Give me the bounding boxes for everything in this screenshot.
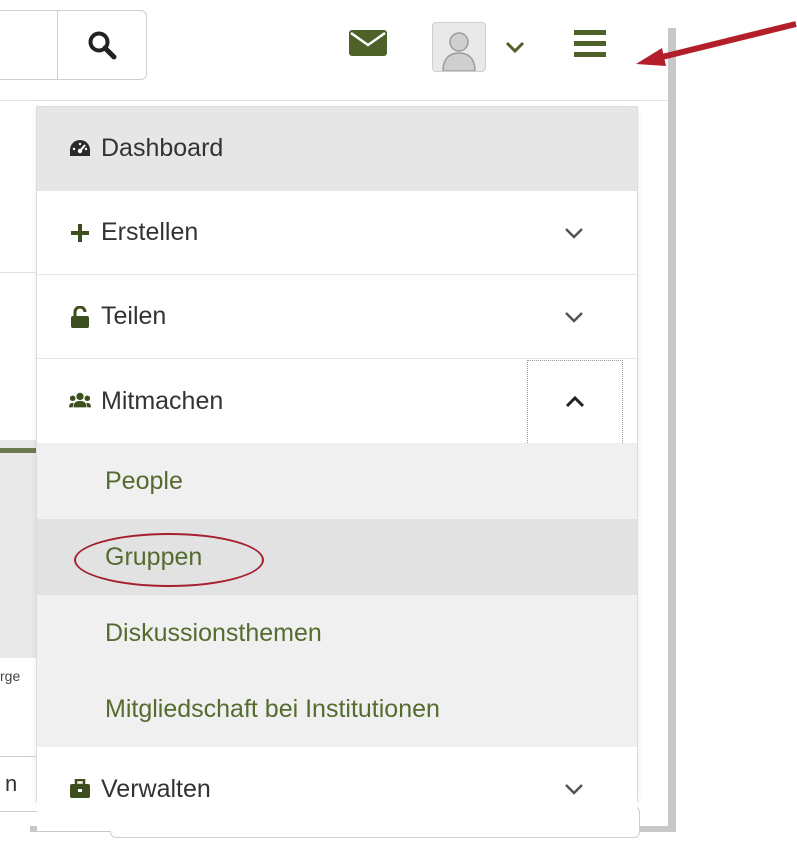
page-shadow <box>668 28 676 828</box>
menu-item-mitmachen[interactable]: Mitmachen <box>37 359 637 443</box>
teilen-expand-toggle[interactable] <box>527 275 621 359</box>
menu-item-teilen[interactable]: Teilen <box>37 275 637 359</box>
submenu-item-mitgliedschaft[interactable]: Mitgliedschaft bei Institutionen <box>37 671 637 747</box>
avatar <box>432 22 486 72</box>
submenu-item-gruppen[interactable]: Gruppen <box>37 519 637 595</box>
user-menu-button[interactable] <box>432 22 532 72</box>
menu-item-label: Teilen <box>101 302 167 330</box>
dashboard-gauge-icon <box>69 138 91 160</box>
main-menu-button[interactable] <box>568 24 612 64</box>
chevron-up-icon <box>565 395 585 408</box>
mitmachen-submenu: People Gruppen Diskussionsthemen Mitglie… <box>37 443 637 747</box>
user-silhouette-icon <box>442 32 476 71</box>
menu-item-label: Dashboard <box>101 134 224 162</box>
background-divider <box>0 272 36 273</box>
chevron-down-icon <box>565 312 583 323</box>
header-divider <box>0 100 668 101</box>
erstellen-expand-toggle[interactable] <box>527 191 621 275</box>
envelope-icon <box>349 30 387 56</box>
background-panel <box>0 440 36 658</box>
background-text-fragment: rge <box>0 668 21 684</box>
submenu-item-diskussionsthemen[interactable]: Diskussionsthemen <box>37 595 637 671</box>
verwalten-expand-toggle[interactable] <box>527 747 621 831</box>
menu-item-erstellen[interactable]: Erstellen <box>37 191 637 275</box>
briefcase-icon <box>69 778 91 800</box>
background-accent-bar <box>0 448 36 453</box>
messages-button[interactable] <box>346 24 390 62</box>
menu-item-verwalten[interactable]: Verwalten <box>37 747 637 831</box>
menu-item-label: Verwalten <box>101 774 211 803</box>
menu-item-label: Mitmachen <box>101 386 224 415</box>
submenu-item-people[interactable]: People <box>37 443 637 519</box>
unlock-icon <box>69 305 91 328</box>
chevron-down-icon <box>505 41 525 54</box>
chevron-down-icon <box>565 228 583 239</box>
chevron-down-icon <box>565 784 583 795</box>
menu-item-dashboard[interactable]: Dashboard <box>37 107 637 191</box>
users-icon <box>69 390 91 412</box>
search-button[interactable] <box>57 10 147 80</box>
mitmachen-collapse-toggle[interactable] <box>527 360 623 443</box>
search-input[interactable] <box>0 10 59 80</box>
plus-icon <box>69 222 91 244</box>
search-icon <box>88 31 117 60</box>
menu-item-label: Erstellen <box>101 218 199 246</box>
main-navigation-menu: Dashboard Erstellen Teilen Mitmachen Peo… <box>36 106 638 831</box>
hamburger-menu-icon <box>574 30 606 57</box>
